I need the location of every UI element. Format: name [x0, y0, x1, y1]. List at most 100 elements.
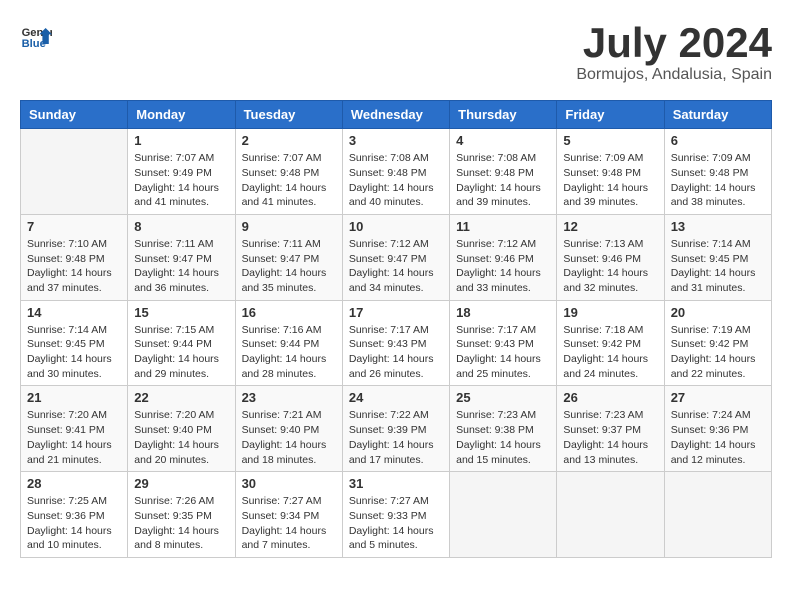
- day-info: Sunrise: 7:20 AM Sunset: 9:41 PM Dayligh…: [27, 408, 121, 467]
- day-number: 6: [671, 133, 765, 148]
- day-info: Sunrise: 7:17 AM Sunset: 9:43 PM Dayligh…: [456, 323, 550, 382]
- calendar-cell: 29 Sunrise: 7:26 AM Sunset: 9:35 PM Dayli…: [128, 472, 235, 558]
- calendar-cell: 22 Sunrise: 7:20 AM Sunset: 9:40 PM Dayli…: [128, 386, 235, 472]
- day-info: Sunrise: 7:23 AM Sunset: 9:37 PM Dayligh…: [563, 408, 657, 467]
- calendar-cell: 14 Sunrise: 7:14 AM Sunset: 9:45 PM Dayli…: [21, 300, 128, 386]
- calendar-cell: 31Sunrise: 7:27 AM Sunset: 9:33 PM Dayli…: [342, 472, 449, 558]
- day-number: 16: [242, 305, 336, 320]
- day-info: Sunrise: 7:09 AM Sunset: 9:48 PM Dayligh…: [671, 151, 765, 210]
- week-row-3: 21 Sunrise: 7:20 AM Sunset: 9:41 PM Dayli…: [21, 386, 772, 472]
- day-number: 4: [456, 133, 550, 148]
- day-number: 13: [671, 219, 765, 234]
- day-number: 19: [563, 305, 657, 320]
- day-number: 2: [242, 133, 336, 148]
- day-info: Sunrise: 7:08 AM Sunset: 9:48 PM Dayligh…: [349, 151, 443, 210]
- day-number: 5: [563, 133, 657, 148]
- day-info: Sunrise: 7:07 AM Sunset: 9:49 PM Dayligh…: [134, 151, 228, 210]
- day-number: 10: [349, 219, 443, 234]
- calendar-cell: 2 Sunrise: 7:07 AM Sunset: 9:48 PM Daylig…: [235, 129, 342, 215]
- day-info: Sunrise: 7:21 AM Sunset: 9:40 PM Dayligh…: [242, 408, 336, 467]
- day-number: 26: [563, 390, 657, 405]
- weekday-header-sunday: Sunday: [21, 101, 128, 129]
- day-number: 28: [27, 476, 121, 491]
- day-number: 24: [349, 390, 443, 405]
- day-info: Sunrise: 7:24 AM Sunset: 9:36 PM Dayligh…: [671, 408, 765, 467]
- calendar-cell: 11 Sunrise: 7:12 AM Sunset: 9:46 PM Dayli…: [450, 214, 557, 300]
- day-number: 11: [456, 219, 550, 234]
- day-info: Sunrise: 7:26 AM Sunset: 9:35 PM Dayligh…: [134, 494, 228, 553]
- day-number: 23: [242, 390, 336, 405]
- calendar-cell: 27 Sunrise: 7:24 AM Sunset: 9:36 PM Dayli…: [664, 386, 771, 472]
- calendar-cell: 4Sunrise: 7:08 AM Sunset: 9:48 PM Daylig…: [450, 129, 557, 215]
- calendar-cell: 30 Sunrise: 7:27 AM Sunset: 9:34 PM Dayli…: [235, 472, 342, 558]
- day-number: 18: [456, 305, 550, 320]
- logo-icon: General Blue: [20, 20, 52, 52]
- day-number: 29: [134, 476, 228, 491]
- calendar-cell: 10 Sunrise: 7:12 AM Sunset: 9:47 PM Dayli…: [342, 214, 449, 300]
- calendar-cell: 21 Sunrise: 7:20 AM Sunset: 9:41 PM Dayli…: [21, 386, 128, 472]
- day-number: 7: [27, 219, 121, 234]
- day-info: Sunrise: 7:20 AM Sunset: 9:40 PM Dayligh…: [134, 408, 228, 467]
- day-info: Sunrise: 7:11 AM Sunset: 9:47 PM Dayligh…: [242, 237, 336, 296]
- weekday-header-tuesday: Tuesday: [235, 101, 342, 129]
- day-number: 21: [27, 390, 121, 405]
- calendar-cell: 1 Sunrise: 7:07 AM Sunset: 9:49 PM Daylig…: [128, 129, 235, 215]
- day-info: Sunrise: 7:12 AM Sunset: 9:47 PM Dayligh…: [349, 237, 443, 296]
- day-info: Sunrise: 7:09 AM Sunset: 9:48 PM Dayligh…: [563, 151, 657, 210]
- calendar-cell: 15Sunrise: 7:15 AM Sunset: 9:44 PM Dayli…: [128, 300, 235, 386]
- day-info: Sunrise: 7:23 AM Sunset: 9:38 PM Dayligh…: [456, 408, 550, 467]
- calendar-cell: 28 Sunrise: 7:25 AM Sunset: 9:36 PM Dayli…: [21, 472, 128, 558]
- day-number: 17: [349, 305, 443, 320]
- header: General Blue July 2024 Bormujos, Andalus…: [20, 20, 772, 84]
- calendar-cell: 12 Sunrise: 7:13 AM Sunset: 9:46 PM Dayli…: [557, 214, 664, 300]
- calendar-cell: 20Sunrise: 7:19 AM Sunset: 9:42 PM Dayli…: [664, 300, 771, 386]
- day-info: Sunrise: 7:17 AM Sunset: 9:43 PM Dayligh…: [349, 323, 443, 382]
- day-info: Sunrise: 7:14 AM Sunset: 9:45 PM Dayligh…: [671, 237, 765, 296]
- day-number: 20: [671, 305, 765, 320]
- calendar-cell: 13 Sunrise: 7:14 AM Sunset: 9:45 PM Dayli…: [664, 214, 771, 300]
- day-info: Sunrise: 7:07 AM Sunset: 9:48 PM Dayligh…: [242, 151, 336, 210]
- day-info: Sunrise: 7:12 AM Sunset: 9:46 PM Dayligh…: [456, 237, 550, 296]
- day-number: 8: [134, 219, 228, 234]
- week-row-0: 1 Sunrise: 7:07 AM Sunset: 9:49 PM Daylig…: [21, 129, 772, 215]
- day-number: 15: [134, 305, 228, 320]
- day-info: Sunrise: 7:11 AM Sunset: 9:47 PM Dayligh…: [134, 237, 228, 296]
- day-info: Sunrise: 7:13 AM Sunset: 9:46 PM Dayligh…: [563, 237, 657, 296]
- calendar-cell: 16 Sunrise: 7:16 AM Sunset: 9:44 PM Dayli…: [235, 300, 342, 386]
- calendar-cell: 19 Sunrise: 7:18 AM Sunset: 9:42 PM Dayli…: [557, 300, 664, 386]
- calendar-cell: 18 Sunrise: 7:17 AM Sunset: 9:43 PM Dayli…: [450, 300, 557, 386]
- month-title: July 2024: [576, 20, 772, 66]
- day-number: 3: [349, 133, 443, 148]
- weekday-header-monday: Monday: [128, 101, 235, 129]
- week-row-4: 28 Sunrise: 7:25 AM Sunset: 9:36 PM Dayli…: [21, 472, 772, 558]
- day-info: Sunrise: 7:22 AM Sunset: 9:39 PM Dayligh…: [349, 408, 443, 467]
- calendar-cell: 23 Sunrise: 7:21 AM Sunset: 9:40 PM Dayli…: [235, 386, 342, 472]
- day-info: Sunrise: 7:14 AM Sunset: 9:45 PM Dayligh…: [27, 323, 121, 382]
- calendar-cell: [21, 129, 128, 215]
- day-info: Sunrise: 7:10 AM Sunset: 9:48 PM Dayligh…: [27, 237, 121, 296]
- day-info: Sunrise: 7:16 AM Sunset: 9:44 PM Dayligh…: [242, 323, 336, 382]
- weekday-header-saturday: Saturday: [664, 101, 771, 129]
- day-number: 22: [134, 390, 228, 405]
- day-number: 31: [349, 476, 443, 491]
- day-info: Sunrise: 7:25 AM Sunset: 9:36 PM Dayligh…: [27, 494, 121, 553]
- calendar-cell: 5 Sunrise: 7:09 AM Sunset: 9:48 PM Daylig…: [557, 129, 664, 215]
- svg-text:Blue: Blue: [22, 38, 46, 50]
- calendar-cell: 17 Sunrise: 7:17 AM Sunset: 9:43 PM Dayli…: [342, 300, 449, 386]
- weekday-header-row: SundayMondayTuesdayWednesdayThursdayFrid…: [21, 101, 772, 129]
- day-number: 14: [27, 305, 121, 320]
- day-number: 1: [134, 133, 228, 148]
- day-info: Sunrise: 7:27 AM Sunset: 9:34 PM Dayligh…: [242, 494, 336, 553]
- calendar-cell: 3 Sunrise: 7:08 AM Sunset: 9:48 PM Daylig…: [342, 129, 449, 215]
- calendar-table: SundayMondayTuesdayWednesdayThursdayFrid…: [20, 100, 772, 558]
- day-number: 30: [242, 476, 336, 491]
- calendar-cell: 24 Sunrise: 7:22 AM Sunset: 9:39 PM Dayli…: [342, 386, 449, 472]
- calendar-cell: 6 Sunrise: 7:09 AM Sunset: 9:48 PM Daylig…: [664, 129, 771, 215]
- calendar-cell: 8 Sunrise: 7:11 AM Sunset: 9:47 PM Daylig…: [128, 214, 235, 300]
- day-number: 27: [671, 390, 765, 405]
- day-number: 12: [563, 219, 657, 234]
- calendar-cell: [450, 472, 557, 558]
- day-info: Sunrise: 7:18 AM Sunset: 9:42 PM Dayligh…: [563, 323, 657, 382]
- title-area: July 2024 Bormujos, Andalusia, Spain: [576, 20, 772, 84]
- calendar-cell: 9Sunrise: 7:11 AM Sunset: 9:47 PM Daylig…: [235, 214, 342, 300]
